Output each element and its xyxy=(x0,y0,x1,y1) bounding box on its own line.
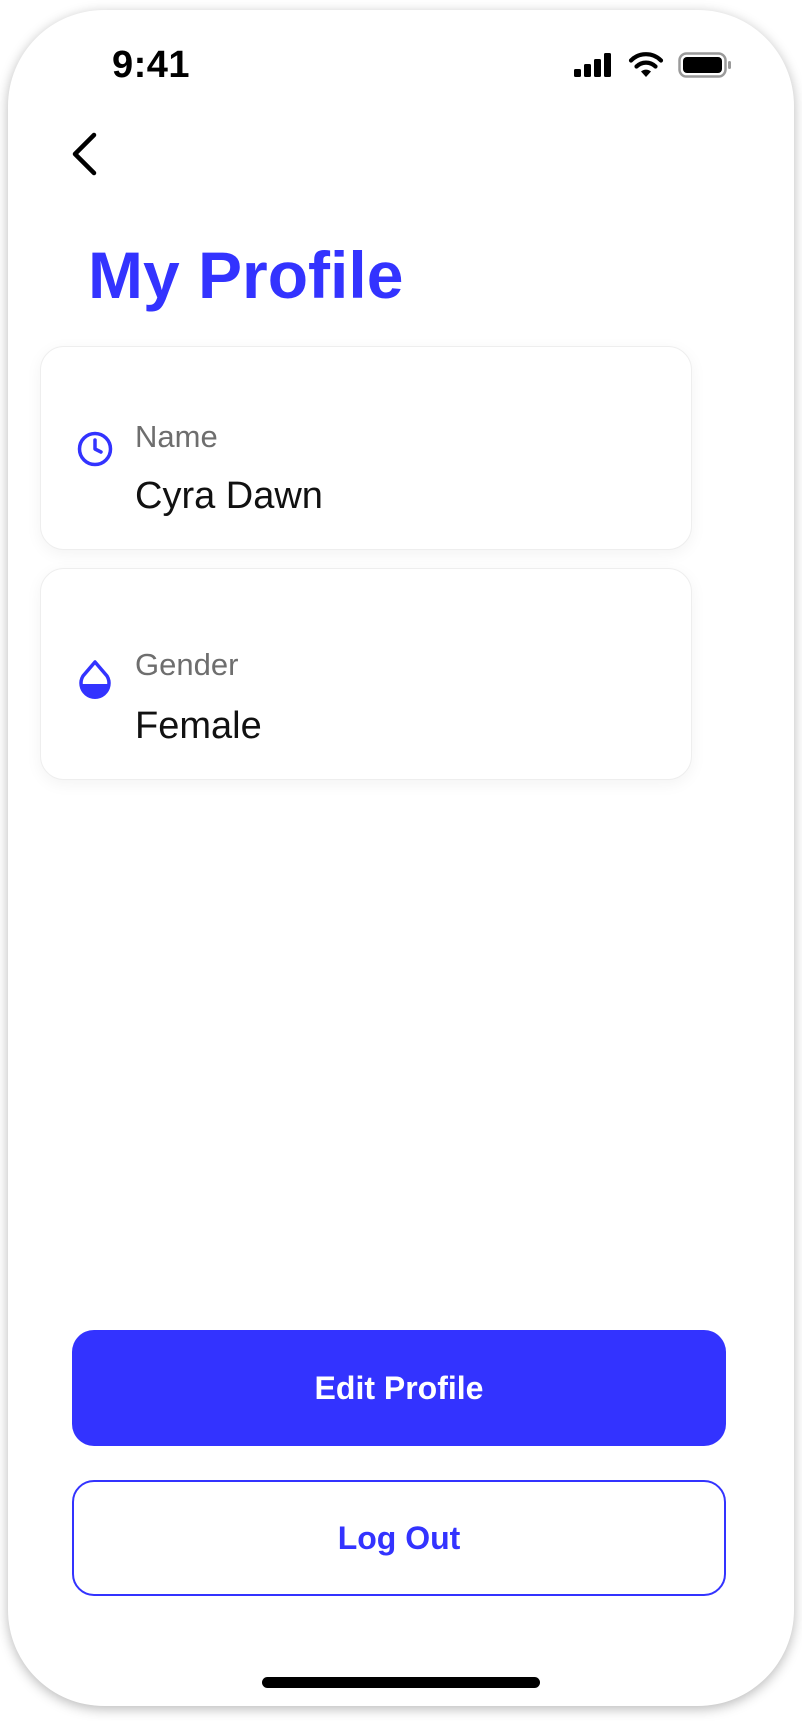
page-title: My Profile xyxy=(88,238,404,312)
wifi-icon xyxy=(628,52,664,83)
profile-field-name[interactable]: Name Cyra Dawn xyxy=(40,346,692,550)
edit-profile-button[interactable]: Edit Profile xyxy=(72,1330,726,1446)
cellular-signal-icon xyxy=(574,53,614,82)
droplet-icon xyxy=(75,659,115,699)
battery-icon xyxy=(678,52,732,83)
field-value: Cyra Dawn xyxy=(135,475,323,517)
field-label: Gender xyxy=(135,647,239,682)
chevron-left-icon xyxy=(70,132,100,181)
profile-field-gender[interactable]: Gender Female xyxy=(40,568,692,780)
status-time: 9:41 xyxy=(112,44,191,86)
field-label: Name xyxy=(135,419,218,454)
status-icons xyxy=(574,52,732,83)
back-button[interactable] xyxy=(60,128,110,184)
phone-screen: 9:41 My Profile Name Cyra Dawn Gender Fe… xyxy=(8,10,794,1706)
log-out-button[interactable]: Log Out xyxy=(72,1480,726,1596)
field-value: Female xyxy=(135,705,262,747)
clock-icon xyxy=(75,429,115,469)
home-indicator xyxy=(262,1677,540,1688)
